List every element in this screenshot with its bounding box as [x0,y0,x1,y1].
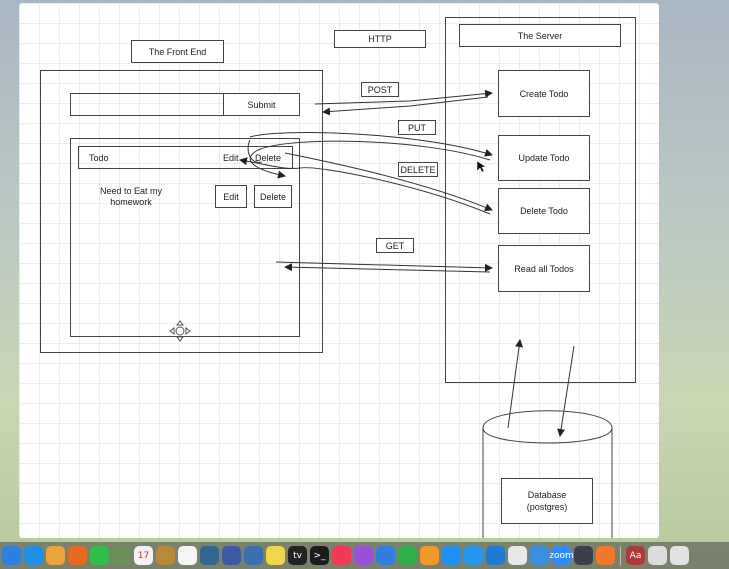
database-label: Database (postgres) [501,478,593,524]
appstore-icon[interactable] [442,546,461,565]
preview-icon[interactable] [112,546,131,565]
xcode-icon[interactable] [530,546,549,565]
server-title: The Server [459,24,621,47]
stickies-icon[interactable] [266,546,285,565]
terminal-icon[interactable]: >_ [310,546,329,565]
trash-icon[interactable] [670,546,689,565]
photos-icon[interactable] [46,546,65,565]
downloads-icon[interactable] [648,546,667,565]
submit-button: Submit [223,93,300,116]
post-label: POST [361,82,399,97]
reminders-icon[interactable] [178,546,197,565]
notes-icon[interactable] [156,546,175,565]
sublime-icon[interactable] [596,546,615,565]
read-todos-box: Read all Todos [498,245,590,292]
todo-item-text: Need to Eat my homework [99,186,163,207]
music-icon[interactable] [332,546,351,565]
finder-icon[interactable] [2,546,21,565]
podcasts-icon[interactable] [354,546,373,565]
calendar-icon[interactable]: 17 [134,546,153,565]
dock-separator [620,545,621,566]
front-end-title: The Front End [131,40,224,63]
tableplus-icon[interactable] [222,546,241,565]
delete-method-label: DELETE [398,162,438,177]
delete-todo-box: Delete Todo [498,188,590,234]
quicktime-icon[interactable] [244,546,263,565]
dictionary-icon[interactable]: Aa [626,546,645,565]
safari-icon[interactable] [24,546,43,565]
todo-item-edit: Edit [215,185,247,208]
create-todo-box: Create Todo [498,70,590,117]
pages-icon[interactable] [420,546,439,565]
todo-header-label: Todo [89,153,109,163]
chrome-icon[interactable] [508,546,527,565]
put-label: PUT [398,120,436,135]
appletv-icon[interactable]: tv [288,546,307,565]
get-label: GET [376,238,414,253]
postgres-icon[interactable] [200,546,219,565]
numbers-icon[interactable] [398,546,417,565]
atom-icon[interactable] [574,546,593,565]
http-label: HTTP [334,30,426,48]
todo-item-delete: Delete [254,185,292,208]
todo-header-edit: Edit [223,153,239,163]
dock: 17 tv >_ zoom Aa [0,542,729,569]
firefox-icon[interactable] [68,546,87,565]
keynote-icon[interactable] [376,546,395,565]
zoom-icon[interactable]: zoom [549,546,574,565]
vscode-icon[interactable] [486,546,505,565]
facetime-icon[interactable] [90,546,109,565]
todo-header-delete: Delete [255,153,282,163]
update-todo-box: Update Todo [498,135,590,181]
docker-icon[interactable] [464,546,483,565]
